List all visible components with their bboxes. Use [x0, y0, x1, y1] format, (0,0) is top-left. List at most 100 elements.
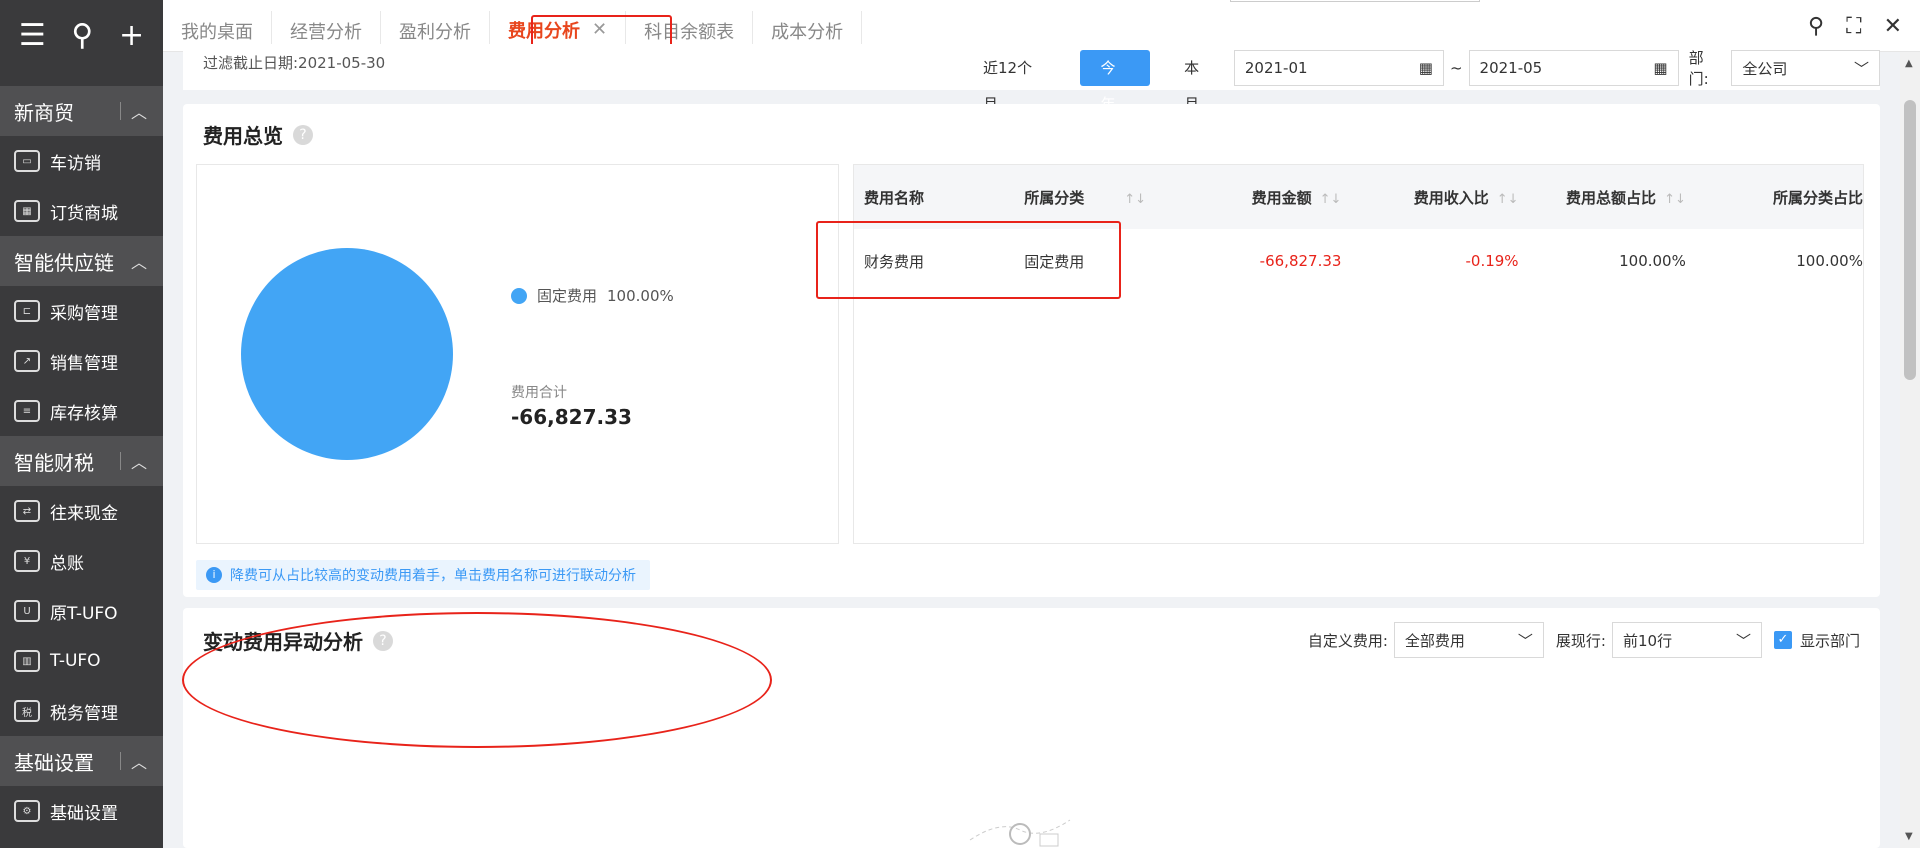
sidebar-group-new-trade[interactable]: 新商贸 ︿ — [0, 86, 163, 136]
dept-label: 部门: — [1688, 49, 1709, 88]
sidebar-item-ledger[interactable]: ¥ 总账 — [0, 536, 163, 586]
chevron-up-icon[interactable]: ︿ — [131, 249, 147, 273]
sort-icon[interactable]: ↑↓ — [1497, 192, 1519, 207]
sidebar-group-basic-settings[interactable]: 基础设置 ︿ — [0, 736, 163, 786]
col-header-category-ratio: 所属分类占比 — [1706, 187, 1863, 208]
sidebar-item-order-mall[interactable]: ▦ 订货商城 — [0, 186, 163, 236]
sidebar-item-sales[interactable]: ↗ 销售管理 — [0, 336, 163, 386]
end-date-value: 2021-05 — [1479, 59, 1543, 77]
col-header-text: 费用金额 — [1251, 188, 1312, 207]
ufo-doc-icon: U — [14, 600, 40, 622]
expense-pie-slice-fixed[interactable] — [241, 248, 453, 460]
pie-legend[interactable]: 固定费用 100.00% — [511, 285, 674, 306]
col-header-total-ratio[interactable]: 费用总额占比 ↑↓ — [1539, 187, 1706, 208]
sidebar-item-label: 总账 — [50, 553, 84, 574]
col-header-text: 费用收入比 — [1413, 188, 1489, 207]
menu-icon[interactable]: ☰ — [19, 21, 46, 51]
total-label: 费用合计 — [511, 385, 567, 401]
dept-value: 全公司 — [1742, 59, 1788, 78]
end-date-picker[interactable]: 2021-05 ▦ — [1468, 50, 1679, 86]
sidebar-item-tufo[interactable]: ▥ T-UFO — [0, 636, 163, 686]
sidebar-item-label: 订货商城 — [50, 203, 118, 224]
chevron-up-icon[interactable]: ︿ — [131, 99, 147, 123]
col-header-name: 费用名称 — [854, 187, 1014, 208]
top-edge-widget — [1230, 0, 1480, 2]
tab-tools: ⚲ ⛶ ✕ — [1808, 14, 1902, 39]
rows-label: 展现行: — [1555, 631, 1606, 650]
col-header-amount[interactable]: 费用金额 ↑↓ — [1175, 187, 1362, 208]
range-last-12-months[interactable]: 近12个月 — [963, 50, 1066, 113]
range-this-year[interactable]: 今年 — [1080, 50, 1151, 113]
sidebar: ☰ ⚲ + 新商贸 ︿ ▭ 车访销 ▦ 订货商城 智能供应链 ︿ ⊏ 采购管理 ↗ 销售… — [0, 0, 163, 848]
tab-label: 成本分析 — [771, 22, 844, 43]
col-header-text: 所属分类 — [1024, 188, 1085, 207]
highlight-annotation-row — [816, 221, 1121, 299]
chevron-up-icon[interactable]: ︿ — [131, 749, 147, 773]
sidebar-item-label: 税务管理 — [50, 703, 118, 724]
fullscreen-icon[interactable]: ⛶ — [1846, 14, 1861, 39]
sidebar-item-inventory[interactable]: ≡ 库存核算 — [0, 386, 163, 436]
sidebar-item-tax[interactable]: 税税务管理 — [0, 686, 163, 736]
info-icon: i — [206, 567, 222, 583]
tab-label: 我的桌面 — [181, 22, 253, 43]
sidebar-item-settings[interactable]: ⚙ 基础设置 — [0, 786, 163, 836]
start-date-picker[interactable]: 2021-01 ▦ — [1233, 50, 1444, 86]
col-header-text: 费用总额占比 — [1566, 188, 1657, 207]
legend-pct: 100.00% — [607, 286, 674, 305]
col-header-text: 费用名称 — [864, 188, 925, 207]
sidebar-item-label: 车访销 — [50, 153, 101, 174]
legend-dot — [511, 287, 527, 304]
rows-value: 前10行 — [1622, 631, 1673, 650]
sidebar-item-label: 采购管理 — [50, 303, 118, 324]
col-header-category[interactable]: 所属分类 ↑↓ — [1014, 187, 1174, 208]
page-scrollbar[interactable]: ▲ ▼ — [1900, 52, 1920, 848]
chevron-down-icon: ﹀ — [1735, 631, 1751, 650]
search-icon[interactable]: ⚲ — [71, 21, 93, 51]
expense-overview-card: 费用总览 ? 固定费用 100.00% 费用合计 -66,827.33 费用名称… — [183, 104, 1880, 597]
date-range-separator: ~ — [1449, 59, 1463, 77]
sidebar-group-label: 新商贸 — [14, 100, 74, 125]
sidebar-partial-item — [0, 72, 163, 86]
cell-total-ratio: 100.00% — [1619, 252, 1686, 270]
plus-icon[interactable]: + — [119, 21, 144, 51]
sort-icon[interactable]: ↑↓ — [1664, 192, 1686, 207]
scroll-up-icon[interactable]: ▲ — [1905, 58, 1913, 69]
dept-select[interactable]: 全公司 ﹀ — [1731, 50, 1881, 86]
close-icon[interactable]: ✕ — [1884, 14, 1902, 39]
sort-icon[interactable]: ↑↓ — [1124, 192, 1146, 207]
filter-date-note: 过滤截止日期:2021-05-30 — [203, 54, 386, 72]
scrollbar-thumb[interactable] — [1904, 100, 1916, 380]
scroll-down-icon[interactable]: ▼ — [1905, 831, 1913, 842]
sidebar-item-label: 往来现金 — [50, 503, 118, 524]
variation-controls: 自定义费用: 全部费用 ﹀ 展现行: 前10行 ﹀ ✓ 显示部门 — [1308, 622, 1860, 658]
show-dept-checkbox[interactable]: ✓ — [1773, 631, 1792, 649]
search-icon[interactable]: ⚲ — [1808, 14, 1824, 39]
settings-icon: ⚙ — [14, 800, 40, 822]
col-header-income-ratio[interactable]: 费用收入比 ↑↓ — [1361, 187, 1538, 208]
sort-icon[interactable]: ↑↓ — [1320, 192, 1342, 207]
sidebar-item-label: 库存核算 — [50, 403, 118, 424]
sidebar-item-purchase[interactable]: ⊏ 采购管理 — [0, 286, 163, 336]
sidebar-item-cash[interactable]: ⇄ 往来现金 — [0, 486, 163, 536]
chevron-up-icon[interactable]: ︿ — [131, 449, 147, 473]
tab-label: 盈利分析 — [399, 22, 471, 43]
help-icon[interactable]: ? — [293, 124, 313, 145]
filter-bar: 过滤截止日期:2021-05-30 近12个月 今年 本月 2021-01 ▦ ~… — [183, 44, 1881, 113]
car-icon: ▭ — [14, 150, 40, 172]
sidebar-group-finance-tax[interactable]: 智能财税 ︿ — [0, 436, 163, 486]
custom-expense-select[interactable]: 全部费用 ﹀ — [1393, 622, 1544, 658]
rows-select[interactable]: 前10行 ﹀ — [1611, 622, 1762, 658]
sidebar-item-label: 基础设置 — [50, 803, 118, 824]
sidebar-item-label: 销售管理 — [50, 353, 118, 374]
mall-icon: ▦ — [14, 200, 40, 222]
hint-text: 降费可从占比较高的变动费用着手，单击费用名称可进行联动分析 — [230, 568, 636, 584]
sidebar-item-orig-tufo[interactable]: U 原T-UFO — [0, 586, 163, 636]
range-this-month[interactable]: 本月 — [1164, 50, 1234, 113]
sidebar-item-car-sales[interactable]: ▭ 车访销 — [0, 136, 163, 186]
custom-expense-label: 自定义费用: — [1307, 631, 1388, 650]
sidebar-group-supply-chain[interactable]: 智能供应链 ︿ — [0, 236, 163, 286]
building-icon: ▥ — [14, 650, 40, 672]
cell-category-ratio: 100.00% — [1796, 252, 1863, 270]
inventory-icon: ≡ — [14, 400, 40, 422]
overview-title: 费用总览 ? — [203, 120, 313, 149]
